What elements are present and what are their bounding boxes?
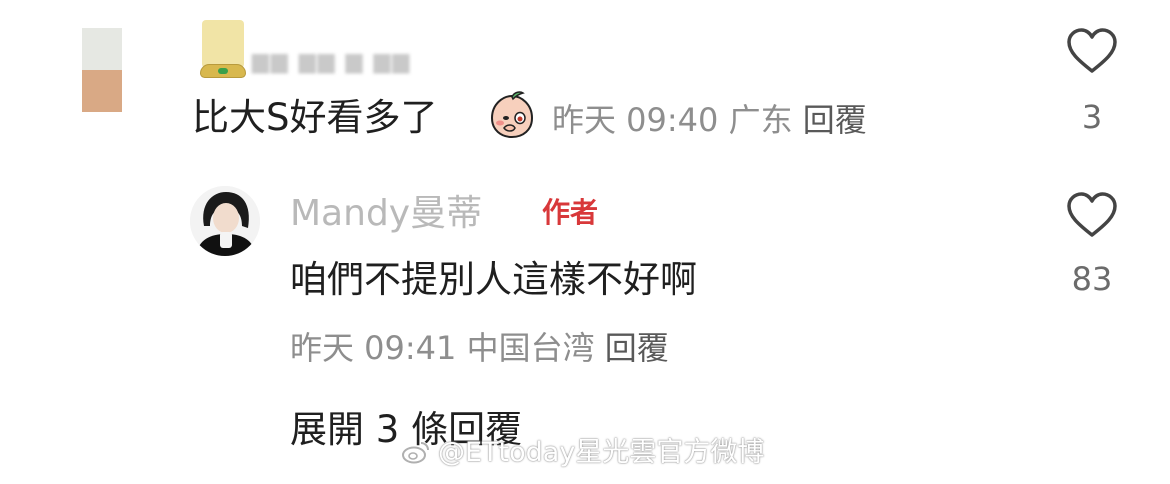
comment-time: 昨天 09:40 [552, 101, 719, 139]
commenter-username-blurred: ▆▆ ▆▆ ▆ ▆▆ [252, 49, 412, 74]
comment-meta: 昨天 09:40 广东 回覆 [552, 100, 867, 140]
weibo-logo-icon [402, 442, 429, 464]
blush-peach-emoji [490, 91, 534, 139]
author-avatar[interactable] [190, 186, 260, 256]
like-heart-icon[interactable] [1066, 28, 1118, 74]
reply-like-count: 83 [1071, 260, 1113, 298]
reply-reply-button[interactable]: 回覆 [605, 329, 669, 367]
comment-reply-button[interactable]: 回覆 [803, 101, 867, 139]
reply-location: 中国台湾 [466, 329, 595, 367]
author-badge: 作者 [542, 196, 599, 229]
like-heart-icon[interactable] [1066, 192, 1118, 238]
comment-text: 比大S好看多了 [192, 96, 438, 139]
reply-time: 昨天 09:41 [290, 329, 457, 367]
reply-text: 咱們不提別人這樣不好啊 [290, 258, 697, 301]
comment-like-count: 3 [1081, 98, 1103, 136]
reply-meta: 昨天 09:41 中国台湾 回覆 [290, 328, 669, 368]
comment-location: 广东 [728, 101, 793, 139]
author-username[interactable]: Mandy曼蒂 [290, 192, 482, 236]
crown-badge-icon [200, 20, 246, 78]
watermark: @ETtoday星光雲官方微博 [438, 437, 765, 468]
commenter-avatar[interactable] [82, 28, 122, 112]
